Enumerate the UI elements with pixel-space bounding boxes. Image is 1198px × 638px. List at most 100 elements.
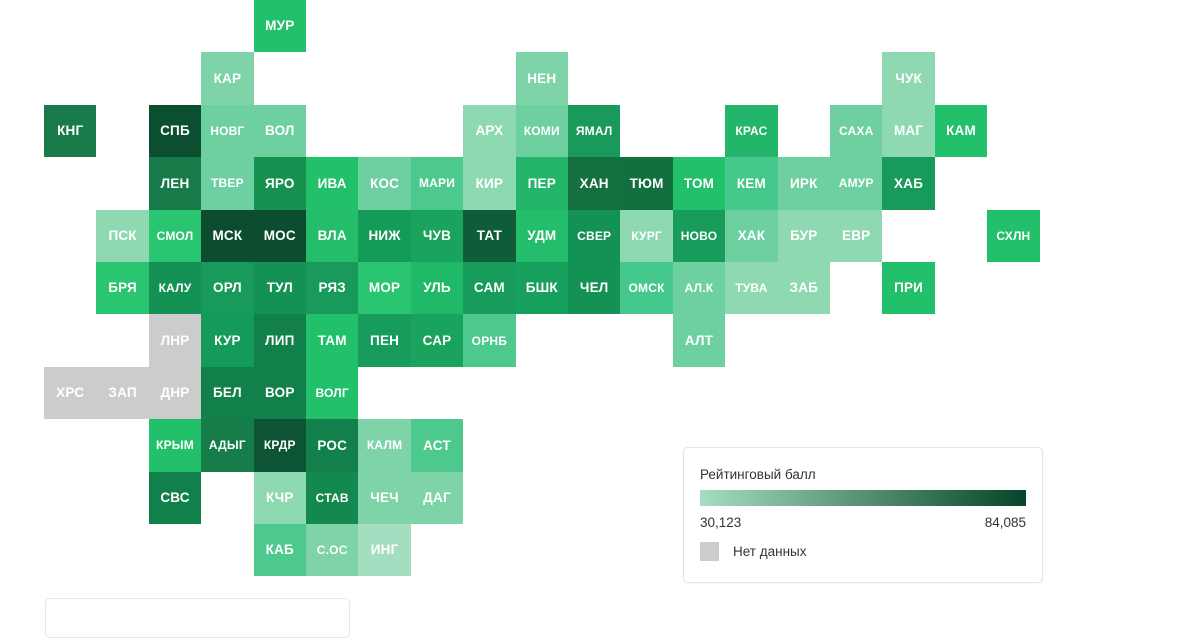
map-tile-НОВГ[interactable]: НОВГ bbox=[201, 104, 254, 158]
map-tile-label: КЕМ bbox=[736, 175, 766, 191]
map-tile-УДМ[interactable]: УДМ bbox=[515, 209, 568, 262]
map-tile-СПБ[interactable]: СПБ bbox=[148, 104, 202, 158]
map-tile-АЛТ[interactable]: АЛТ bbox=[672, 314, 726, 367]
map-tile-КОС[interactable]: КОС bbox=[358, 157, 411, 210]
map-tile-С.ОС[interactable]: С.ОС bbox=[306, 524, 359, 577]
map-tile-label: САМ bbox=[473, 280, 505, 296]
map-tile-ЛИП[interactable]: ЛИП bbox=[253, 314, 306, 367]
map-tile-МСК[interactable]: МСК bbox=[201, 209, 254, 262]
map-tile-КРДР[interactable]: КРДР bbox=[253, 419, 306, 472]
map-tile-ЧУВ[interactable]: ЧУВ bbox=[410, 209, 464, 262]
map-tile-СТАВ[interactable]: СТАВ bbox=[306, 471, 359, 524]
map-tile-ПЕН[interactable]: ПЕН bbox=[358, 314, 411, 367]
map-tile-ХАН[interactable]: ХАН bbox=[568, 157, 621, 210]
map-tile-label: ЧЕЧ bbox=[370, 490, 399, 506]
map-tile-ВОЛГ[interactable]: ВОЛГ bbox=[306, 366, 359, 420]
map-tile-ИРК[interactable]: ИРК bbox=[777, 157, 830, 210]
map-tile-КРАС[interactable]: КРАС bbox=[725, 104, 778, 158]
map-tile-ПЕР[interactable]: ПЕР bbox=[515, 157, 568, 210]
map-tile-ЗАБ[interactable]: ЗАБ bbox=[777, 262, 830, 315]
map-tile-ИВА[interactable]: ИВА bbox=[306, 157, 359, 210]
map-tile-КРЫМ[interactable]: КРЫМ bbox=[148, 419, 202, 472]
map-tile-ОРНБ[interactable]: ОРНБ bbox=[463, 314, 516, 367]
map-tile-КОМИ[interactable]: КОМИ bbox=[515, 104, 568, 158]
map-tile-АДЫГ[interactable]: АДЫГ bbox=[201, 419, 254, 472]
map-tile-ЕВР[interactable]: ЕВР bbox=[830, 209, 883, 262]
map-tile-ЧЕЧ[interactable]: ЧЕЧ bbox=[358, 471, 411, 524]
map-tile-label: КАМ bbox=[946, 123, 976, 139]
map-tile-КАЛУ[interactable]: КАЛУ bbox=[148, 262, 202, 315]
map-tile-БЕЛ[interactable]: БЕЛ bbox=[201, 366, 254, 420]
map-tile-ПСК[interactable]: ПСК bbox=[96, 209, 149, 262]
map-tile-УЛЬ[interactable]: УЛЬ bbox=[410, 262, 464, 315]
map-tile-МАРИ[interactable]: МАРИ bbox=[410, 157, 464, 210]
map-tile-СМОЛ[interactable]: СМОЛ bbox=[148, 209, 202, 262]
map-tile-ПРИ[interactable]: ПРИ bbox=[882, 262, 935, 315]
map-tile-ТВЕР[interactable]: ТВЕР bbox=[201, 157, 254, 210]
map-tile-АСТ[interactable]: АСТ bbox=[410, 419, 464, 472]
map-tile-КЧР[interactable]: КЧР bbox=[253, 471, 306, 524]
map-tile-ТЮМ[interactable]: ТЮМ bbox=[620, 157, 673, 210]
map-tile-ТУВА[interactable]: ТУВА bbox=[725, 262, 778, 315]
map-tile-МАГ[interactable]: МАГ bbox=[882, 104, 935, 158]
map-tile-БУР[interactable]: БУР bbox=[777, 209, 830, 262]
map-tile-НОВО[interactable]: НОВО bbox=[672, 209, 726, 262]
map-tile-label: ЯРО bbox=[264, 175, 295, 191]
map-tile-label: ПЕР bbox=[527, 175, 556, 191]
map-tile-ОРЛ[interactable]: ОРЛ bbox=[201, 262, 254, 315]
map-tile-ТАМ[interactable]: ТАМ bbox=[306, 314, 359, 367]
map-tile-САР[interactable]: САР bbox=[410, 314, 464, 367]
map-tile-ЧЕЛ[interactable]: ЧЕЛ bbox=[568, 262, 621, 315]
map-tile-ЯМАЛ[interactable]: ЯМАЛ bbox=[568, 104, 621, 158]
map-tile-РОС[interactable]: РОС bbox=[306, 419, 359, 472]
map-tile-КАЛМ[interactable]: КАЛМ bbox=[358, 419, 411, 472]
map-tile-КЕМ[interactable]: КЕМ bbox=[725, 157, 778, 210]
map-tile-АЛ.К[interactable]: АЛ.К bbox=[672, 262, 726, 315]
map-tile-label: ДАГ bbox=[423, 490, 451, 506]
map-tile-АРХ[interactable]: АРХ bbox=[463, 104, 516, 158]
map-tile-ХАК[interactable]: ХАК bbox=[725, 209, 778, 262]
map-tile-ЯРО[interactable]: ЯРО bbox=[253, 157, 306, 210]
map-tile-ЧУК[interactable]: ЧУК bbox=[882, 52, 935, 105]
map-tile-КНГ[interactable]: КНГ bbox=[44, 104, 97, 158]
map-tile-МОР[interactable]: МОР bbox=[358, 262, 411, 315]
map-tile-label: АЛ.К bbox=[684, 281, 714, 296]
map-tile-label: ХАБ bbox=[894, 175, 924, 191]
map-tile-АМУР[interactable]: АМУР bbox=[830, 157, 883, 210]
map-tile-КУРГ[interactable]: КУРГ bbox=[620, 209, 673, 262]
map-tile-ВОР[interactable]: ВОР bbox=[253, 366, 306, 420]
map-tile-СХЛН[interactable]: СХЛН bbox=[987, 209, 1040, 262]
map-tile-КАР[interactable]: КАР bbox=[201, 52, 254, 105]
map-tile-label: РЯЗ bbox=[318, 280, 346, 296]
map-tile-ХРС[interactable]: ХРС bbox=[44, 366, 97, 420]
map-tile-label: КАЛУ bbox=[158, 281, 192, 296]
map-tile-САХА[interactable]: САХА bbox=[830, 104, 883, 158]
map-tile-ИНГ[interactable]: ИНГ bbox=[358, 524, 411, 577]
map-tile-МУР[interactable]: МУР bbox=[253, 0, 306, 53]
map-tile-БШК[interactable]: БШК bbox=[515, 262, 568, 315]
map-tile-САМ[interactable]: САМ bbox=[463, 262, 516, 315]
map-tile-РЯЗ[interactable]: РЯЗ bbox=[306, 262, 359, 315]
map-tile-ДАГ[interactable]: ДАГ bbox=[410, 471, 464, 524]
map-tile-КАМ[interactable]: КАМ bbox=[934, 104, 988, 158]
map-tile-НЕН[interactable]: НЕН bbox=[515, 52, 568, 105]
map-tile-НИЖ[interactable]: НИЖ bbox=[358, 209, 411, 262]
map-tile-ОМСК[interactable]: ОМСК bbox=[620, 262, 673, 315]
map-tile-БРЯ[interactable]: БРЯ bbox=[96, 262, 149, 315]
map-tile-ТАТ[interactable]: ТАТ bbox=[463, 209, 516, 262]
map-tile-ТОМ[interactable]: ТОМ bbox=[672, 157, 726, 210]
map-tile-ЛЕН[interactable]: ЛЕН bbox=[148, 157, 202, 210]
map-tile-МОС[interactable]: МОС bbox=[253, 209, 306, 262]
map-tile-ЛНР[interactable]: ЛНР bbox=[148, 314, 202, 367]
map-tile-КАБ[interactable]: КАБ bbox=[253, 524, 306, 577]
map-tile-КИР[interactable]: КИР bbox=[463, 157, 516, 210]
map-tile-ЗАП[interactable]: ЗАП bbox=[96, 366, 149, 420]
map-tile-КУР[interactable]: КУР bbox=[201, 314, 254, 367]
map-tile-СВЕР[interactable]: СВЕР bbox=[568, 209, 621, 262]
map-tile-СВС[interactable]: СВС bbox=[148, 471, 202, 524]
map-tile-ХАБ[interactable]: ХАБ bbox=[882, 157, 935, 210]
map-tile-ДНР[interactable]: ДНР bbox=[148, 366, 202, 420]
map-tile-ТУЛ[interactable]: ТУЛ bbox=[253, 262, 306, 315]
map-tile-ВЛА[interactable]: ВЛА bbox=[306, 209, 359, 262]
map-tile-ВОЛ[interactable]: ВОЛ bbox=[253, 104, 306, 158]
